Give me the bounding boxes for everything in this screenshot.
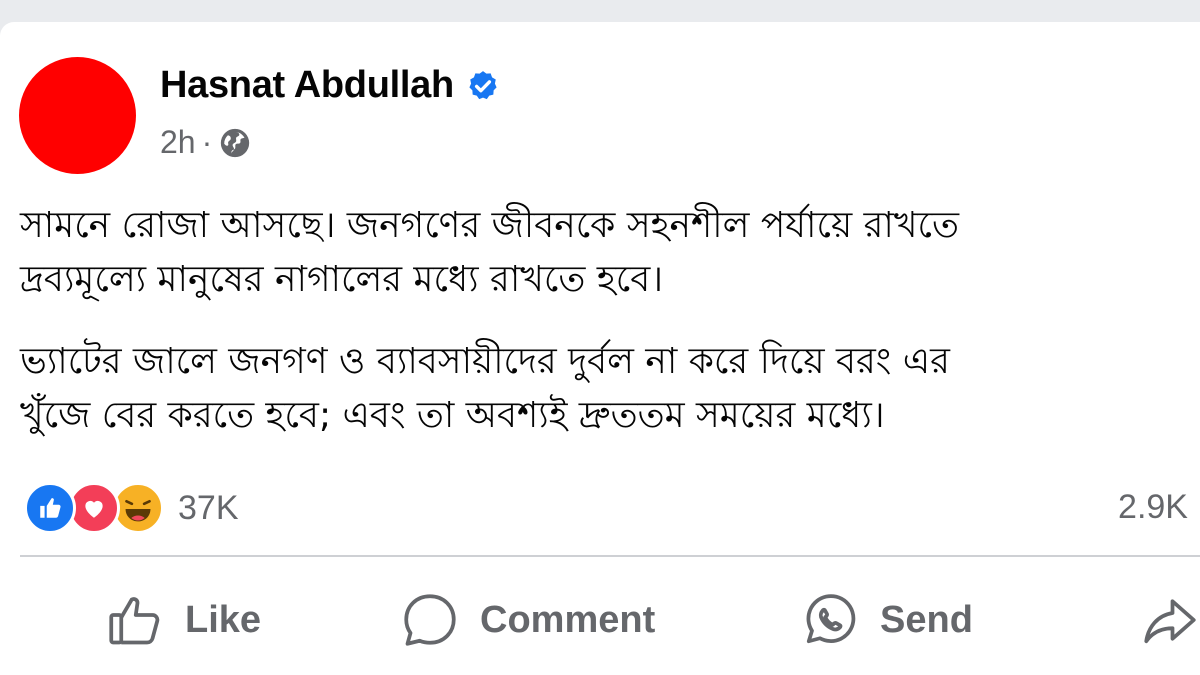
comment-count[interactable]: 2.9K xyxy=(1118,488,1188,527)
post-header: Hasnat Abdullah xyxy=(160,64,500,107)
post-text-line: খুঁজে বের করতে হবে; এবং তা অবশ্যই দ্রুতত… xyxy=(20,395,885,436)
like-button[interactable]: Like xyxy=(105,590,261,650)
post-card: Hasnat Abdullah 2h · সামনে রোজা আসছে। জন… xyxy=(0,22,1200,675)
verified-badge-icon xyxy=(466,69,500,103)
post-text-line: সামনে রোজা আসছে। জনগণের জীবনকে সহনশীল পর… xyxy=(20,205,959,246)
meta-separator: · xyxy=(201,124,213,160)
send-label: Send xyxy=(880,598,973,641)
post-paragraph-2: ভ্যাটের জালে জনগণ ও ব্যাবসায়ীদের দুর্বল… xyxy=(20,335,1200,443)
post-paragraph-1: সামনে রোজা আসছে। জনগণের জীবনকে সহনশীল পর… xyxy=(20,199,1200,307)
post-time[interactable]: 2h xyxy=(160,124,196,161)
share-button[interactable] xyxy=(1140,590,1200,650)
like-label: Like xyxy=(185,598,262,641)
reactions-summary[interactable]: 37K xyxy=(24,482,239,534)
post-meta: 2h · xyxy=(160,124,252,161)
post-text-line: দ্রব্যমূল্যে মানুষের নাগালের মধ্যে রাখতে… xyxy=(20,259,664,300)
post-text-line: ভ্যাটের জালে জনগণ ও ব্যাবসায়ীদের দুর্বল… xyxy=(20,341,950,382)
globe-icon[interactable] xyxy=(218,126,252,160)
avatar[interactable] xyxy=(19,57,136,174)
comment-bubble-icon xyxy=(400,590,460,650)
reaction-count[interactable]: 37K xyxy=(178,489,239,528)
like-reaction-icon xyxy=(24,482,76,534)
thumbs-up-icon xyxy=(105,590,165,650)
comment-label: Comment xyxy=(480,598,656,641)
whatsapp-icon xyxy=(800,590,860,650)
comment-button[interactable]: Comment xyxy=(400,590,655,650)
send-button[interactable]: Send xyxy=(800,590,973,650)
author-name[interactable]: Hasnat Abdullah xyxy=(160,64,454,107)
divider xyxy=(20,555,1200,557)
share-arrow-icon xyxy=(1140,590,1200,650)
